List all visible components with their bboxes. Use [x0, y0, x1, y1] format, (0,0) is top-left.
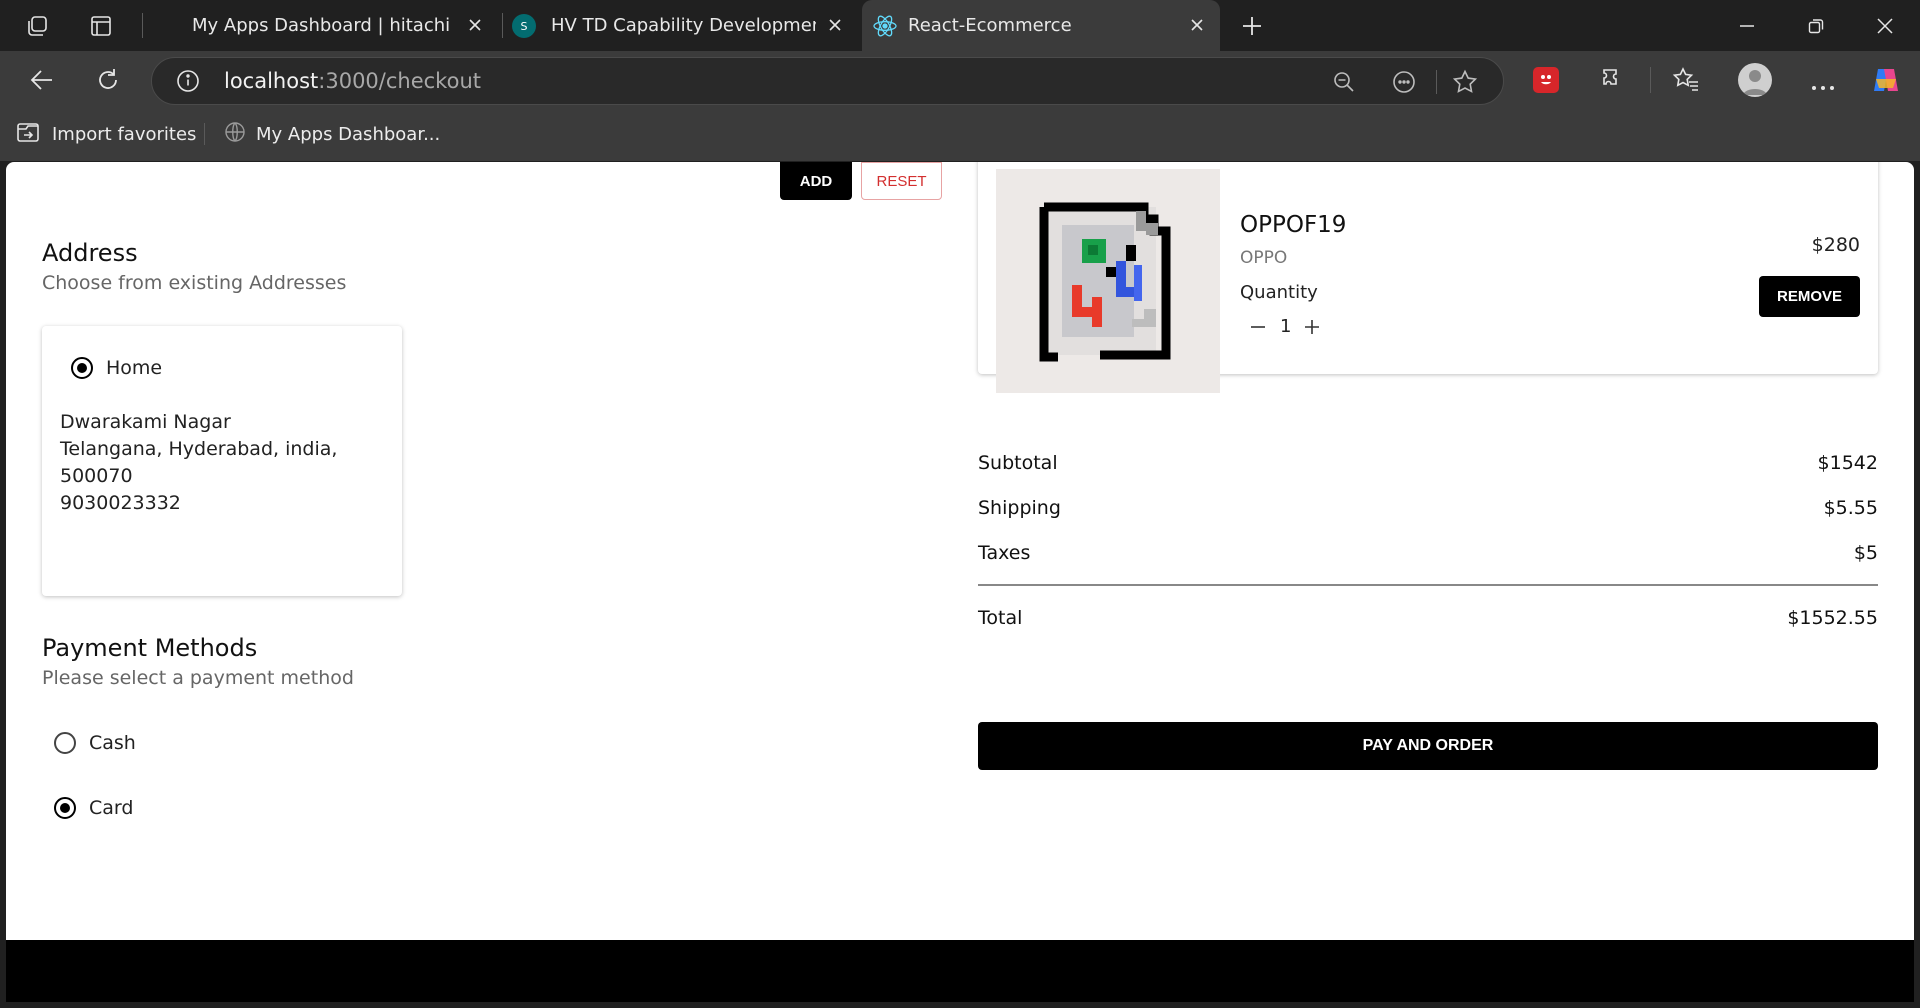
summary-divider: [978, 584, 1878, 586]
address-label: Home: [106, 357, 163, 379]
remove-button[interactable]: REMOVE: [1759, 276, 1860, 317]
import-icon: [16, 120, 42, 149]
browser-toolbar: localhost:3000/checkout Import favorites: [0, 51, 1920, 161]
subtotal-row: Subtotal $1542: [978, 452, 1878, 474]
reading-icon[interactable]: [1392, 70, 1416, 98]
shipping-label: Shipping: [978, 497, 1061, 519]
bookmark-label: My Apps Dashboar...: [256, 123, 441, 145]
quantity-value: 1: [1280, 316, 1292, 337]
subtotal-value: $1542: [1817, 452, 1878, 474]
broken-image-icon: [1039, 202, 1171, 362]
address-subtitle: Choose from existing Addresses: [42, 272, 347, 294]
favorites-icon[interactable]: [1672, 66, 1700, 98]
tab-title: My Apps Dashboard | hitachivantara: [192, 15, 450, 36]
address-radio[interactable]: [71, 357, 93, 379]
zoom-out-icon[interactable]: [1332, 70, 1356, 98]
product-image: [996, 169, 1220, 393]
cash-label[interactable]: Cash: [89, 732, 136, 754]
address-bar[interactable]: localhost:3000/checkout: [151, 57, 1504, 105]
total-row: Total $1552.55: [978, 607, 1878, 629]
tab-lms[interactable]: S HV TD Capability Development (LMS): [508, 0, 858, 51]
reset-button[interactable]: RESET: [861, 162, 942, 200]
refresh-icon[interactable]: [92, 64, 124, 96]
urlbar-divider: [1436, 70, 1437, 94]
product-price: $280: [1811, 234, 1860, 256]
tab-title: React-Ecommerce: [908, 15, 1072, 36]
bookmark-my-apps[interactable]: My Apps Dashboar...: [224, 118, 440, 150]
tab-react-ecommerce[interactable]: React-Ecommerce: [862, 0, 1220, 51]
site-info-icon[interactable]: [176, 69, 200, 97]
minus-icon[interactable]: [1250, 319, 1266, 339]
minimize-icon[interactable]: [1733, 12, 1761, 40]
close-icon[interactable]: [824, 14, 846, 36]
url-host: localhost: [224, 69, 319, 93]
more-menu-icon[interactable]: [1810, 77, 1836, 96]
address-line: Telangana, Hyderabad, india,: [60, 438, 338, 460]
browser-tab-bar: My Apps Dashboard | hitachivantara S HV …: [0, 0, 1920, 51]
shipping-row: Shipping $5.55: [978, 497, 1878, 519]
copilot-icon[interactable]: [1870, 65, 1902, 99]
address-phone: 9030023332: [60, 492, 181, 514]
page-footer: [6, 940, 1914, 1002]
toolbar-divider: [1650, 67, 1651, 93]
address-line: 500070: [60, 465, 133, 487]
tab-title: HV TD Capability Development (LMS): [551, 15, 816, 36]
new-tab-icon[interactable]: [1238, 12, 1266, 40]
shipping-value: $5.55: [1823, 497, 1878, 519]
card-radio[interactable]: [54, 797, 76, 819]
quantity-stepper: 1: [1250, 314, 1324, 340]
subtotal-label: Subtotal: [978, 452, 1058, 474]
address-card[interactable]: Home Dwarakami Nagar Telangana, Hyderaba…: [42, 326, 402, 596]
product-name: OPPOF19: [1240, 212, 1347, 238]
react-icon: [872, 13, 898, 44]
taxes-value: $5: [1853, 542, 1878, 564]
tab-actions-icon[interactable]: [88, 13, 114, 39]
favorite-star-icon[interactable]: [1452, 69, 1478, 99]
plus-icon[interactable]: [1304, 319, 1320, 339]
address-line: Dwarakami Nagar: [60, 411, 231, 433]
url-text[interactable]: localhost:3000/checkout: [224, 69, 481, 93]
extensions-icon[interactable]: [1600, 66, 1626, 96]
add-address-button[interactable]: ADD: [780, 162, 852, 200]
bookmark-import-favorites[interactable]: Import favorites: [16, 118, 196, 150]
workspaces-icon[interactable]: [24, 13, 50, 39]
bookmark-label: Import favorites: [52, 123, 197, 145]
cart-item-card: OPPOF19 OPPO Quantity 1 $280 REMOVE: [978, 162, 1878, 393]
checkout-page: ADD RESET Address Choose from existing A…: [6, 162, 1914, 940]
globe-icon: [224, 121, 246, 148]
card-label[interactable]: Card: [89, 797, 133, 819]
back-icon[interactable]: [26, 64, 58, 96]
product-brand: OPPO: [1240, 248, 1288, 268]
profile-avatar-icon[interactable]: [1738, 63, 1772, 97]
quantity-label: Quantity: [1240, 282, 1318, 303]
total-label: Total: [978, 607, 1023, 629]
address-title: Address: [42, 239, 138, 267]
cash-radio[interactable]: [54, 732, 76, 754]
close-icon[interactable]: [1186, 14, 1208, 36]
payment-title: Payment Methods: [42, 634, 258, 662]
total-value: $1552.55: [1787, 607, 1878, 629]
bookmark-divider: [204, 123, 205, 145]
url-path: :3000/checkout: [318, 69, 481, 93]
extension-red-icon[interactable]: [1533, 67, 1559, 93]
pay-and-order-button[interactable]: PAY AND ORDER: [978, 722, 1878, 770]
taxes-label: Taxes: [978, 542, 1031, 564]
restore-icon[interactable]: [1802, 12, 1830, 40]
close-window-icon[interactable]: [1871, 12, 1899, 40]
tab-my-apps[interactable]: My Apps Dashboard | hitachivantara: [158, 0, 498, 51]
payment-subtitle: Please select a payment method: [42, 667, 354, 689]
taxes-row: Taxes $5: [978, 542, 1878, 564]
close-icon[interactable]: [464, 14, 486, 36]
sharepoint-icon: S: [512, 14, 536, 38]
